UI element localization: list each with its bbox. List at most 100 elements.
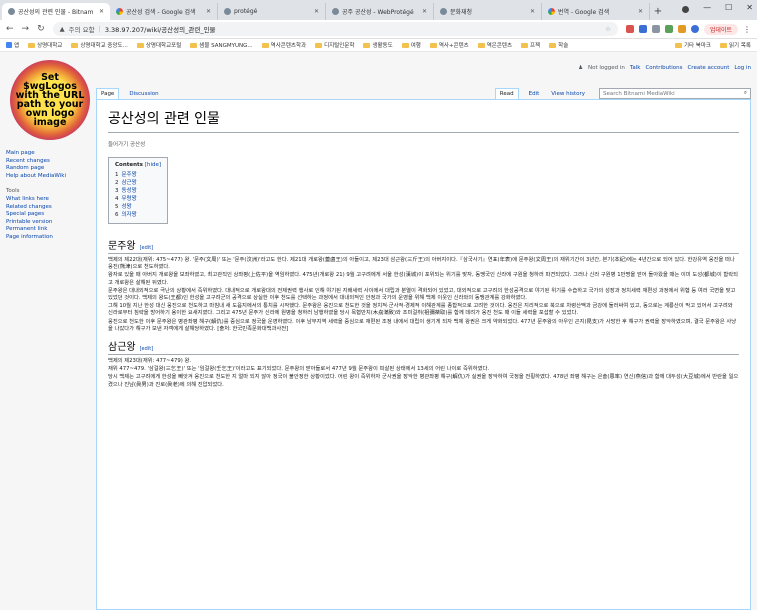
bookmark-item[interactable]: 역사콘텐츠학과 [261,41,306,49]
sidebar-tool-link[interactable]: Special pages [6,211,94,219]
forward-icon[interactable]: → [22,24,30,34]
bookmark-item[interactable]: 여행 [401,41,421,49]
toc-item[interactable]: 5 성왕 [115,203,161,211]
toc-hide-link[interactable]: [hide] [145,162,161,168]
site-logo[interactable]: Set $wgLogos with the URL path to your o… [10,60,90,140]
close-tab-icon[interactable]: ✕ [422,8,427,15]
sidebar-link[interactable]: Help about MediaWiki [6,173,94,181]
tab-read[interactable]: Read [494,88,519,99]
personal-link-contributions[interactable]: Contributions [645,65,682,71]
redirect-note: 들어가기 공산성 [108,142,146,148]
bookmark-item[interactable]: 상명대학교 중앙도... [71,41,128,49]
personal-link-create-account[interactable]: Create account [687,65,729,71]
browser-tab[interactable]: protégé ✕ [218,3,326,20]
sidebar-tool-link[interactable]: Permanent link [6,226,94,234]
maximize-icon[interactable]: ☐ [725,3,732,13]
extension-icon[interactable] [638,25,647,33]
update-button[interactable]: 업데이트 [703,23,738,35]
tab-edit[interactable]: Edit [527,89,542,99]
tab-view-history[interactable]: View history [549,89,587,99]
folder-icon [401,42,409,48]
minimize-icon[interactable]: — [703,3,711,13]
sidebar-tool-link[interactable]: Printable version [6,219,94,227]
extension-icon[interactable] [625,25,634,33]
bookmark-item[interactable]: 상명대학교포털 [136,41,181,49]
sidebar-tools: What links here Related changes Special pa… [6,196,94,241]
sidebar: Main page Recent changes Random page Help a… [6,150,94,241]
close-window-icon[interactable]: ✕ [746,3,753,13]
sidebar-link[interactable]: Random page [6,165,94,173]
edit-section-link[interactable]: [edit] [140,245,154,251]
extension-icon[interactable] [651,25,660,33]
tab-discussion[interactable]: Discussion [127,89,160,99]
bookmark-item[interactable]: 역사+콘텐츠 [429,41,469,49]
bookmark-item[interactable]: 상명대학교 [28,41,62,49]
search-input[interactable]: Search Bitnami MediaWiki ⌕ [599,88,751,99]
menu-icon[interactable]: ⋮ [743,25,751,34]
folder-icon [28,42,36,48]
close-tab-icon[interactable]: ✕ [206,8,211,15]
folder-icon [720,42,727,48]
bookmark-label: 학술 [558,43,569,49]
bookmark-item[interactable]: 샘물 SANGMYUNG... [190,41,253,49]
article-sections: 문주왕 [edit] 백제의 제22대(재위: 475~477) 왕. '문주(文周… [108,237,739,389]
toc-item[interactable]: 6 의자왕 [115,211,161,219]
section-heading-text: 삼근왕 [108,342,136,354]
profile-icon[interactable] [682,6,690,13]
close-tab-icon[interactable]: ✕ [314,8,319,15]
personal-link-talk[interactable]: Talk [630,65,641,71]
extension-icon[interactable] [664,25,673,33]
browser-tab[interactable]: 공산성 검색 - Google 검색 ✕ [110,3,218,20]
security-warning[interactable]: 주의 요함 [69,24,95,34]
browser-tab[interactable]: 공산성의 관련 인물 - Bitnam ✕ [2,3,110,20]
bookmark-item[interactable]: 프젝 [521,41,540,49]
url-text[interactable]: 3.38.97.207/wiki/공산성의_관련_인물 [105,24,216,34]
reload-icon[interactable]: ↻ [37,24,45,34]
sidebar-link[interactable]: Main page [6,150,94,158]
bookmark-item[interactable]: 읽기 목록 [720,41,751,49]
close-tab-icon[interactable]: ✕ [638,8,643,15]
bookmark-item[interactable]: 생활동도 [363,41,393,49]
bookmark-item[interactable]: 기타 북마크 [674,41,711,49]
browser-tab[interactable]: 문화재청 ✕ [434,3,542,20]
folder-icon [521,42,529,48]
toc-item[interactable]: 4 무령왕 [115,195,161,203]
toc-item[interactable]: 2 삼근왕 [115,179,161,187]
toc-item-label: 성왕 [121,204,132,210]
extension-icon[interactable] [677,25,686,33]
back-icon[interactable]: ← [6,24,14,34]
folder-icon [315,42,323,48]
folder-icon [429,42,437,48]
star-icon[interactable]: ☆ [605,25,611,33]
bookmark-label: 디지털인문학 [324,43,355,49]
url-input[interactable]: ▲ 주의 요함 | 3.38.97.207/wiki/공산성의_관련_인물 ☆ [52,22,618,36]
section-heading: 삼근왕 [edit] [108,338,739,356]
close-tab-icon[interactable]: ✕ [99,8,104,15]
toc-title: Contents [115,162,143,168]
browser-tab[interactable]: 번역 - Google 검색 ✕ [542,3,650,20]
sidebar-link[interactable]: Recent changes [6,158,94,166]
sidebar-tool-link[interactable]: Related changes [6,204,94,212]
warning-icon[interactable]: ▲ [60,25,65,33]
toc-item[interactable]: 1 문주왕 [115,171,161,179]
search-icon[interactable]: ⌕ [744,90,747,97]
close-tab-icon[interactable]: ✕ [530,8,535,15]
bookmark-item[interactable]: 디지털인문학 [315,41,354,49]
edit-section-link[interactable]: [edit] [140,346,154,352]
bookmark-item[interactable]: 학술 [549,41,568,49]
person-icon: ♟ [578,65,583,71]
bookmark-item[interactable]: 역은콘텐츠 [477,41,512,49]
avatar[interactable] [690,25,699,33]
new-tab-button[interactable]: + [650,3,666,20]
toc-item[interactable]: 3 동성왕 [115,187,161,195]
tab-page[interactable]: Page [96,88,120,99]
browser-tab-title: 공주 공산성 - WebProtégé [342,9,414,16]
bookmark-label: 앱 [14,43,20,49]
bookmark-item[interactable]: 앱 [6,41,19,49]
sidebar-tool-link[interactable]: Page information [6,234,94,242]
sidebar-tool-link[interactable]: What links here [6,196,94,204]
window-controls: — ☐ ✕ [682,3,753,13]
sidebar-tools-heading: Tools [6,188,20,194]
personal-link-log-in[interactable]: Log in [734,65,751,71]
browser-tab[interactable]: 공주 공산성 - WebProtégé ✕ [326,3,434,20]
